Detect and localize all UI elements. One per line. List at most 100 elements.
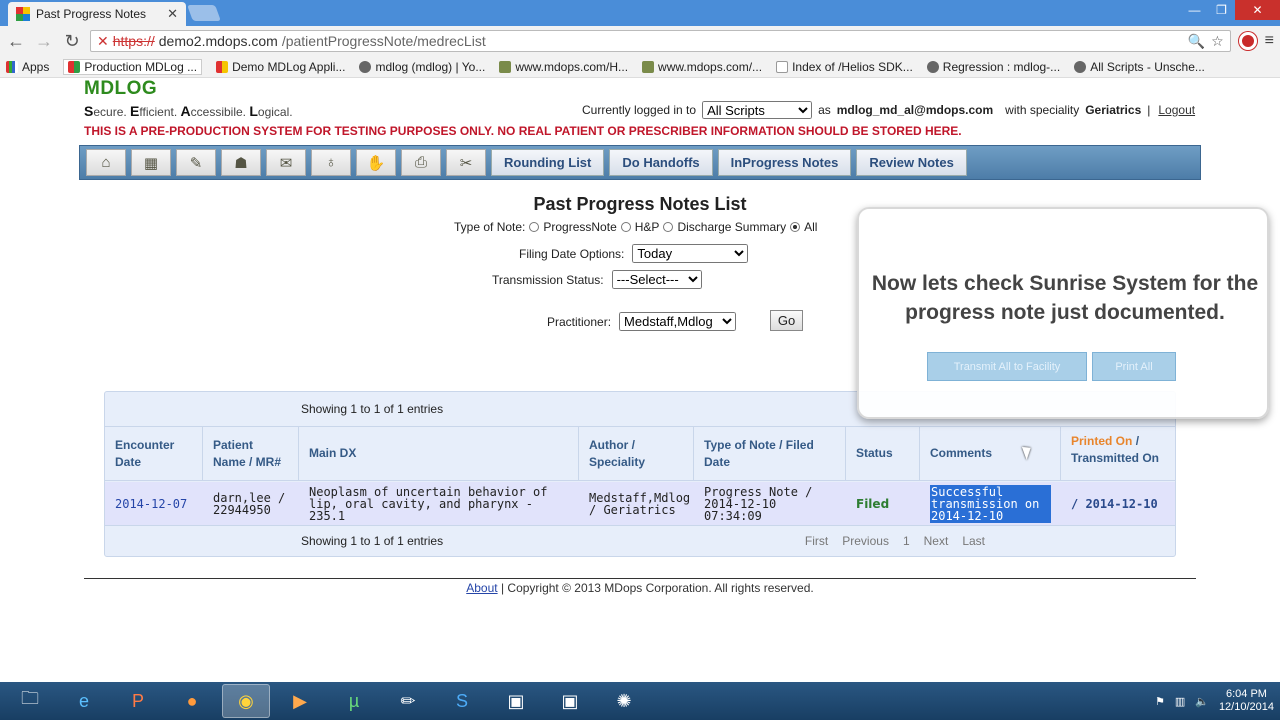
tab-title: Past Progress Notes	[36, 7, 147, 21]
table-header: Encounter Date Patient Name / MR# Main D…	[105, 426, 1175, 481]
app-icon[interactable]: ▣	[546, 684, 594, 718]
chrome-icon[interactable]: ◉	[222, 684, 270, 718]
bookmark-item[interactable]: www.mdops.com/H...	[499, 60, 628, 74]
bookmark-item[interactable]: Regression : mdlog-...	[926, 60, 1060, 74]
radio-hp[interactable]	[620, 222, 631, 232]
tools-icon[interactable]: ✎	[176, 149, 216, 176]
utorrent-icon[interactable]: µ	[330, 684, 378, 718]
extension-icon[interactable]	[1238, 32, 1257, 50]
volume-icon[interactable]: 🔈	[1195, 695, 1209, 708]
tab-review-notes[interactable]: Review Notes	[856, 149, 967, 176]
pager-first[interactable]: First	[805, 534, 828, 548]
bookmark-apps[interactable]: Apps	[6, 60, 49, 74]
tab-inprogress-notes[interactable]: InProgress Notes	[717, 149, 852, 176]
cell-status: Filed	[856, 496, 890, 511]
gear-favicon-icon	[926, 60, 939, 73]
transmission-status-select[interactable]: ---Select---	[611, 270, 702, 289]
col-comments[interactable]: Comments	[920, 427, 1061, 480]
system-select[interactable]: All Scripts	[702, 101, 813, 119]
home-icon[interactable]: ⌂	[86, 149, 126, 176]
calculator-icon[interactable]: ▦	[131, 149, 171, 176]
browser-tab[interactable]: Past Progress Notes ✕	[8, 2, 186, 26]
col-encounter-date[interactable]: Encounter Date	[105, 427, 203, 480]
folder-favicon-icon	[642, 60, 655, 73]
app-logo: MDLOG	[84, 78, 158, 99]
close-tab-icon[interactable]: ✕	[167, 6, 178, 22]
app-icon[interactable]: ▣	[492, 684, 540, 718]
explorer-icon[interactable]: 🗀	[6, 684, 54, 718]
printer-icon[interactable]: ⎙	[401, 149, 441, 176]
cell-main-dx: Neoplasm of uncertain behavior of lip, o…	[309, 484, 548, 523]
close-window-icon[interactable]: ✕	[1235, 0, 1280, 20]
filing-date-select[interactable]: Today	[632, 244, 749, 263]
chrome-menu-icon[interactable]: ≡	[1265, 32, 1274, 50]
insecure-lock-icon: ✕	[97, 32, 109, 49]
zoom-icon[interactable]: 🔍	[1188, 33, 1205, 50]
back-icon[interactable]: ←	[6, 31, 26, 52]
clock[interactable]: 6:04 PM 12/10/2014	[1219, 688, 1274, 714]
pager-last[interactable]: Last	[962, 534, 985, 548]
window-controls: — ❐ ✕	[1181, 0, 1280, 20]
col-patient[interactable]: Patient Name / MR#	[203, 427, 299, 480]
col-author[interactable]: Author / Speciality	[579, 427, 694, 480]
about-link[interactable]: About	[466, 581, 497, 595]
transmission-status-filter: Transmission Status: ---Select---	[492, 270, 702, 289]
settings-icon[interactable]: ✂	[446, 149, 486, 176]
mail-icon[interactable]: ✉	[266, 149, 306, 176]
address-bar[interactable]: ✕ https:// demo2.mdops.com/patientProgre…	[90, 30, 1231, 52]
bookmark-item[interactable]: Demo MDLog Appli...	[216, 60, 345, 74]
pager-previous[interactable]: Previous	[842, 534, 889, 548]
firefox-icon[interactable]: ●	[168, 684, 216, 718]
tab-rounding-list[interactable]: Rounding List	[491, 149, 605, 176]
col-type[interactable]: Type of Note / Filed Date	[694, 427, 846, 480]
handoff-icon[interactable]: ✋	[356, 149, 396, 176]
col-printed-transmitted[interactable]: Printed On / Transmitted On	[1061, 427, 1175, 480]
flag-icon[interactable]: ⚑	[1155, 695, 1165, 708]
url-scheme: https://	[112, 33, 155, 49]
cell-comments: Successful transmission on 2014-12-10	[920, 482, 1061, 525]
footer-divider	[84, 578, 1196, 579]
network-app-icon[interactable]: ✺	[600, 684, 648, 718]
filing-date-filter: Filing Date Options: Today	[519, 244, 749, 263]
new-tab-button[interactable]	[187, 5, 221, 21]
col-status[interactable]: Status	[846, 427, 920, 480]
logout-link[interactable]: Logout	[1158, 103, 1195, 117]
reload-icon[interactable]: ↻	[62, 31, 82, 52]
bookmark-item[interactable]: www.mdops.com/...	[642, 60, 762, 74]
bookmark-item[interactable]: mdlog (mdlog) | Yo...	[359, 60, 485, 74]
media-player-icon[interactable]: ▶	[276, 684, 324, 718]
system-tray: ⚑ ▥ 🔈 6:04 PM 12/10/2014	[1155, 688, 1274, 714]
selected-comment-text: Successful transmission on 2014-12-10	[930, 484, 1051, 523]
print-all-button[interactable]: Print All	[1092, 352, 1176, 381]
mdlog-favicon-icon	[216, 60, 229, 73]
paint-icon[interactable]: ✏	[384, 684, 432, 718]
pager-next[interactable]: Next	[924, 534, 949, 548]
skype-icon[interactable]: S	[438, 684, 486, 718]
pager-page-1[interactable]: 1	[903, 534, 910, 548]
table-row[interactable]: 2014-12-07 darn,lee / 22944950 Neoplasm …	[105, 482, 1175, 526]
radio-all[interactable]	[790, 222, 801, 232]
col-main-dx[interactable]: Main DX	[299, 427, 579, 480]
tab-do-handoffs[interactable]: Do Handoffs	[609, 149, 713, 176]
restore-icon[interactable]: ❐	[1208, 0, 1235, 20]
speciality: Geriatrics	[1085, 103, 1142, 117]
bookmark-item[interactable]: All Scripts - Unsche...	[1074, 60, 1205, 74]
network-icon[interactable]: ▥	[1175, 695, 1185, 708]
table-info-bottom: Showing 1 to 1 of 1 entries	[301, 534, 444, 548]
forward-icon[interactable]: →	[34, 31, 54, 52]
transmit-all-button[interactable]: Transmit All to Facility	[927, 352, 1087, 381]
powerpoint-icon[interactable]: P	[114, 684, 162, 718]
ie-icon[interactable]: e	[60, 684, 108, 718]
url-host: demo2.mdops.com	[158, 33, 278, 49]
app-tagline: Secure. Efficient. Accessibile. Logical.	[84, 103, 293, 119]
bookmark-item[interactable]: Index of /Helios SDK...	[776, 60, 913, 74]
practitioner-select[interactable]: Medstaff,Mdlog	[619, 312, 737, 331]
bookmark-item[interactable]: Production MDLog ...	[63, 58, 203, 75]
radio-discharge-summary[interactable]	[663, 222, 674, 232]
doctor-icon[interactable]: ☗	[221, 149, 261, 176]
go-button[interactable]: Go	[770, 310, 803, 331]
stethoscope-icon[interactable]: ♁	[311, 149, 351, 176]
bookmark-star-icon[interactable]: ☆	[1211, 33, 1224, 50]
radio-progressnote[interactable]	[529, 222, 540, 232]
minimize-icon[interactable]: —	[1181, 0, 1208, 20]
